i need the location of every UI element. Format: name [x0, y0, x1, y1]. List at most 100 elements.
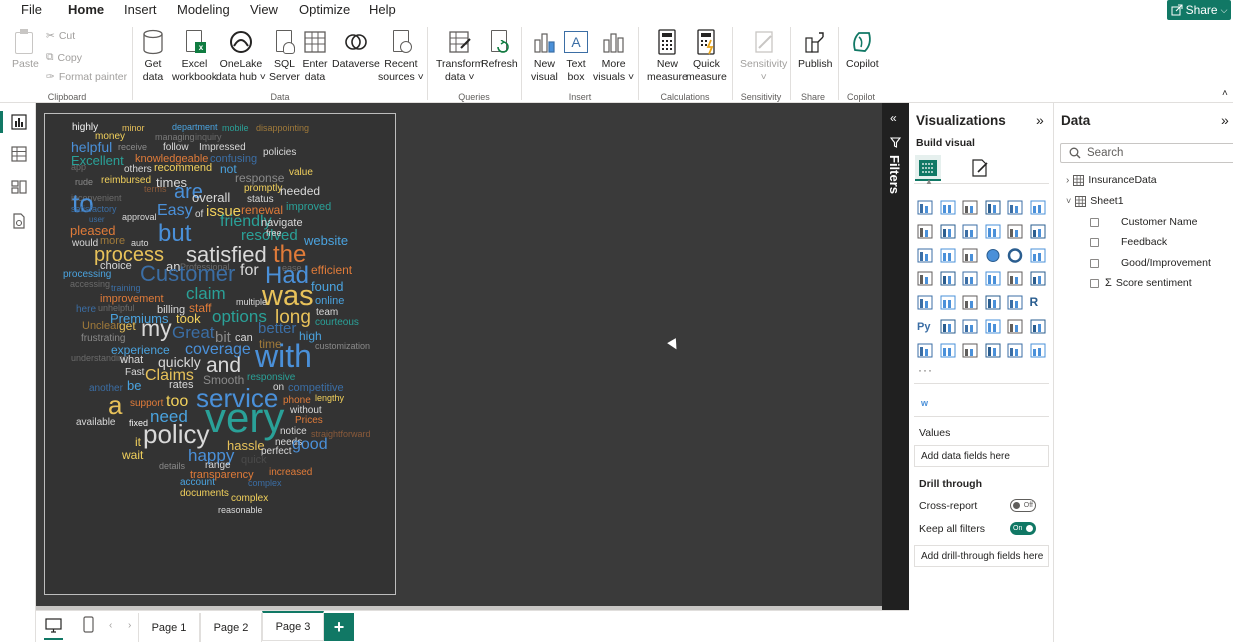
- word-cloud-word[interactable]: receive: [118, 143, 147, 152]
- cross-report-toggle[interactable]: Off: [1010, 499, 1036, 512]
- values-field-well[interactable]: Add data fields here: [914, 445, 1049, 467]
- field-checkbox[interactable]: [1090, 237, 1099, 247]
- word-cloud-word[interactable]: documents: [180, 489, 229, 499]
- field-good-improvement[interactable]: Good/Improvement: [1090, 257, 1211, 269]
- word-cloud-word[interactable]: complex: [248, 479, 282, 488]
- word-cloud-word[interactable]: Prices: [295, 416, 323, 426]
- menu-file[interactable]: File: [21, 2, 42, 17]
- paginated-report-icon[interactable]: [917, 343, 933, 358]
- word-cloud-word[interactable]: account: [180, 478, 215, 488]
- key-influencers-icon[interactable]: [940, 319, 956, 334]
- keep-all-filters-toggle[interactable]: On: [1010, 522, 1036, 535]
- word-cloud-word[interactable]: online: [315, 296, 344, 307]
- word-cloud-word[interactable]: helpful: [71, 140, 112, 154]
- clustered-column-icon[interactable]: [985, 200, 1001, 215]
- paste-button[interactable]: Paste: [12, 28, 39, 71]
- pie-chart-icon[interactable]: [985, 248, 1001, 263]
- menu-view[interactable]: View: [250, 2, 278, 17]
- word-cloud-icon[interactable]: [985, 343, 1001, 358]
- 100-column-icon[interactable]: [1030, 200, 1046, 215]
- data-search-input[interactable]: Search: [1060, 143, 1233, 163]
- word-cloud-word[interactable]: minor: [122, 124, 145, 133]
- scatter-chart-icon[interactable]: [962, 248, 978, 263]
- word-cloud-word[interactable]: Great: [172, 324, 215, 341]
- word-cloud-word[interactable]: quick: [241, 455, 267, 466]
- new-measure-button[interactable]: New measure: [647, 28, 688, 84]
- ribbon-chart-icon[interactable]: [985, 224, 1001, 239]
- power-automate-icon[interactable]: [962, 343, 978, 358]
- line-clustered-column-icon[interactable]: [1030, 224, 1046, 239]
- filled-map-icon[interactable]: [940, 271, 956, 286]
- menu-optimize[interactable]: Optimize: [299, 2, 350, 17]
- stacked-bar-icon[interactable]: [917, 200, 933, 215]
- filters-pane-collapsed[interactable]: « Filters: [882, 103, 909, 610]
- word-cloud-word[interactable]: a: [108, 392, 122, 418]
- arcgis-icon[interactable]: [1007, 343, 1023, 358]
- format-painter-button[interactable]: ✑ Format painter: [46, 71, 127, 83]
- stacked-column-icon[interactable]: [940, 200, 956, 215]
- word-cloud-word[interactable]: mobile: [222, 124, 249, 133]
- share-button[interactable]: Share ⌵: [1167, 0, 1231, 20]
- get-data-button[interactable]: Get data: [140, 28, 166, 84]
- word-cloud-word[interactable]: app: [71, 163, 86, 172]
- word-cloud-word[interactable]: terms: [144, 185, 167, 194]
- word-cloud-word[interactable]: Customer: [140, 263, 235, 285]
- word-cloud-word[interactable]: accessing: [70, 280, 110, 289]
- word-cloud-word[interactable]: of: [195, 210, 203, 220]
- word-cloud-word[interactable]: customization: [315, 342, 370, 351]
- word-cloud-word[interactable]: managing: [155, 133, 195, 142]
- field-checkbox[interactable]: [1090, 258, 1099, 268]
- word-cloud-word[interactable]: lengthy: [315, 394, 344, 403]
- word-cloud-word[interactable]: policy: [143, 421, 209, 447]
- word-cloud-word[interactable]: efficient: [311, 264, 352, 276]
- word-cloud-word[interactable]: Easy: [157, 203, 193, 219]
- python-visual-icon[interactable]: Py: [917, 319, 933, 334]
- table-icon[interactable]: [985, 295, 1001, 310]
- mobile-layout-icon[interactable]: [83, 616, 94, 633]
- collapse-pane-icon[interactable]: »: [1036, 112, 1044, 128]
- menu-modeling[interactable]: Modeling: [177, 2, 230, 17]
- word-cloud-word[interactable]: very: [205, 397, 284, 439]
- word-cloud-word[interactable]: disappointing: [256, 124, 309, 133]
- dax-query-view-icon[interactable]: [11, 213, 27, 229]
- word-cloud-word[interactable]: department: [172, 123, 218, 132]
- menu-home[interactable]: Home: [68, 2, 105, 25]
- word-cloud-word[interactable]: complex: [231, 494, 268, 504]
- word-cloud-word[interactable]: policies: [263, 148, 296, 158]
- word-cloud-word[interactable]: available: [76, 418, 115, 428]
- word-cloud-word[interactable]: found: [311, 280, 344, 293]
- field-checkbox[interactable]: [1090, 278, 1099, 288]
- word-cloud-word[interactable]: it: [135, 436, 141, 448]
- word-cloud-word[interactable]: approval: [122, 213, 157, 222]
- more-visuals-button[interactable]: More visuals ˅: [593, 28, 634, 84]
- word-cloud-word[interactable]: be: [127, 379, 141, 392]
- qna-icon[interactable]: [985, 319, 1001, 334]
- funnel-chart-icon[interactable]: [940, 248, 956, 263]
- publish-button[interactable]: Publish: [798, 28, 832, 71]
- shape-map-icon[interactable]: [962, 271, 978, 286]
- field-feedback[interactable]: Feedback: [1090, 236, 1167, 248]
- multi-row-card-icon[interactable]: [917, 295, 933, 310]
- word-cloud-word[interactable]: improved: [286, 202, 331, 213]
- field-checkbox[interactable]: [1090, 217, 1099, 227]
- map-icon[interactable]: [917, 271, 933, 286]
- dataverse-button[interactable]: Dataverse: [332, 28, 380, 71]
- word-cloud-visual[interactable]: highly minor department mobile disappointing…: [44, 113, 396, 595]
- sensitivity-button[interactable]: Sensitivity ˅: [740, 28, 787, 84]
- collapse-data-pane-icon[interactable]: »: [1221, 112, 1229, 128]
- stacked-area-icon[interactable]: [962, 224, 978, 239]
- word-cloud-word[interactable]: training: [111, 284, 141, 293]
- gauge-icon[interactable]: [1007, 271, 1023, 286]
- page-tab-2[interactable]: Page 2: [200, 613, 262, 642]
- copy-button[interactable]: ⧉ Copy: [46, 51, 82, 64]
- page-tab-1[interactable]: Page 1: [138, 613, 200, 642]
- desktop-layout-icon[interactable]: [45, 618, 62, 633]
- word-cloud-word[interactable]: Fast: [125, 368, 144, 378]
- word-cloud-word[interactable]: get: [119, 320, 136, 332]
- clustered-bar-icon[interactable]: [962, 200, 978, 215]
- word-cloud-word[interactable]: good: [292, 437, 328, 453]
- word-cloud-word[interactable]: others: [124, 165, 152, 175]
- r-script-icon[interactable]: R: [1030, 295, 1046, 310]
- word-cloud-word[interactable]: better: [258, 321, 296, 336]
- more-visual-icon[interactable]: [1030, 343, 1046, 358]
